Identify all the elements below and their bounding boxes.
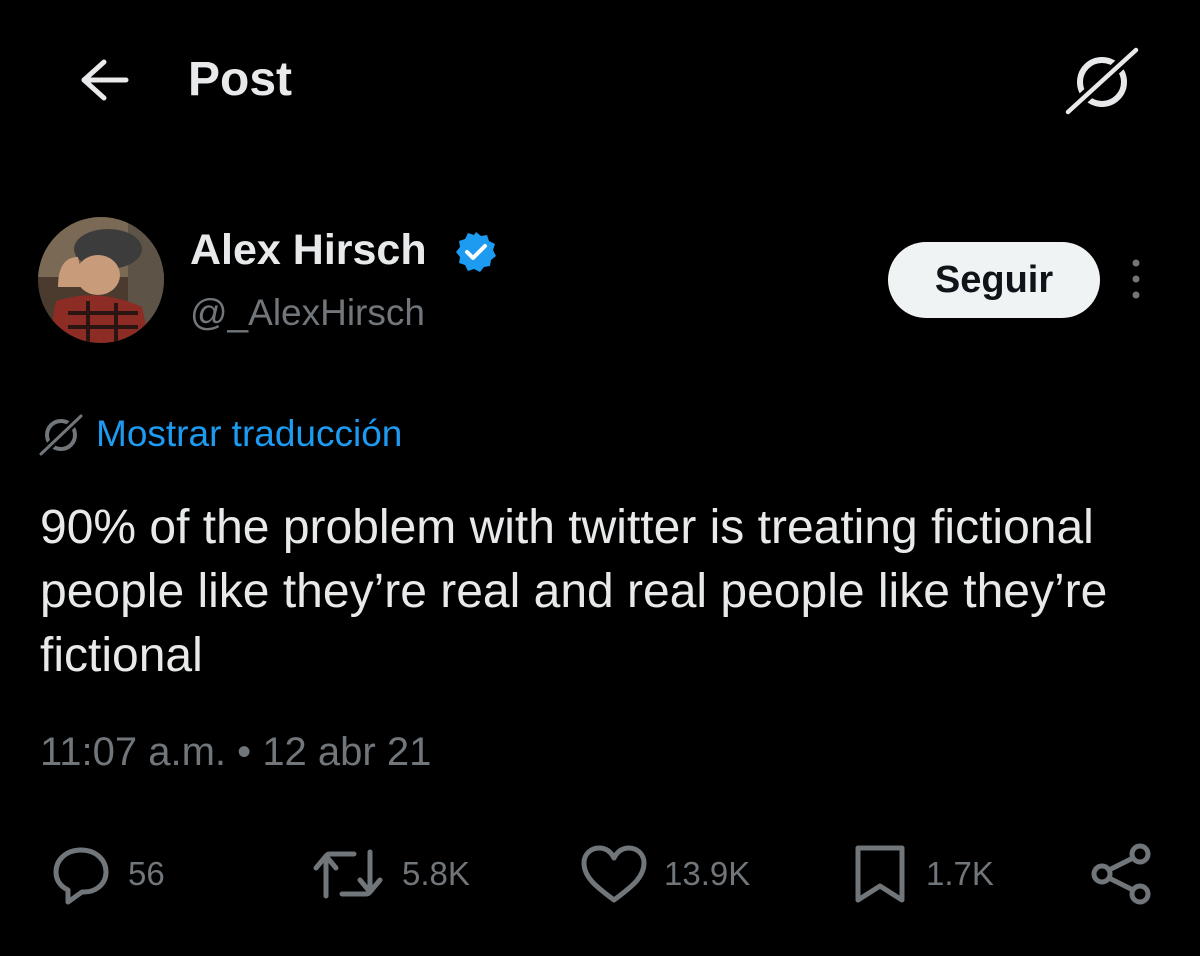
action-bar: 56 5.8K 13.9K 1.7K [0,836,1200,916]
share-icon [1086,842,1156,906]
author-row: Alex Hirsch @_AlexHirsch Seguir [0,200,1200,360]
page-title: Post [188,53,293,106]
bookmark-count: 1.7K [926,855,994,892]
repost-count: 5.8K [402,855,470,892]
user-handle[interactable]: @_AlexHirsch [190,288,425,338]
follow-button[interactable]: Seguir [888,242,1100,318]
grok-icon [1060,42,1144,118]
back-button[interactable] [72,54,132,106]
post-timestamp: 11:07 a.m. • 12 abr 21 [40,724,431,780]
like-button[interactable]: 13.9K [578,842,750,906]
more-options-button[interactable] [1118,255,1154,307]
grok-icon [36,411,86,457]
bookmark-button[interactable]: 1.7K [848,842,994,906]
top-bar: Post [0,0,1200,160]
more-vertical-icon [1118,255,1154,307]
translation-label: Mostrar traducción [96,413,403,454]
arrow-left-icon [74,56,130,104]
display-name[interactable]: Alex Hirsch [190,222,427,278]
bookmark-icon [848,842,912,906]
reply-button[interactable]: 56 [48,842,165,906]
reply-count: 56 [128,855,165,892]
post-text: 90% of the problem with twitter is treat… [40,501,1108,682]
grok-button[interactable] [1060,42,1144,118]
avatar[interactable] [38,217,164,343]
post-time[interactable]: 11:07 a.m. [40,730,226,774]
share-button[interactable] [1086,842,1156,906]
reply-icon [48,842,114,906]
post-date[interactable]: 12 abr 21 [262,730,431,774]
repost-button[interactable]: 5.8K [308,842,470,906]
heart-icon [578,842,650,906]
like-count: 13.9K [664,855,751,892]
verified-badge-icon [454,230,498,274]
show-translation-link[interactable]: Mostrar traducción [36,408,402,460]
repost-icon [308,842,388,906]
timestamp-separator: • [237,730,252,774]
